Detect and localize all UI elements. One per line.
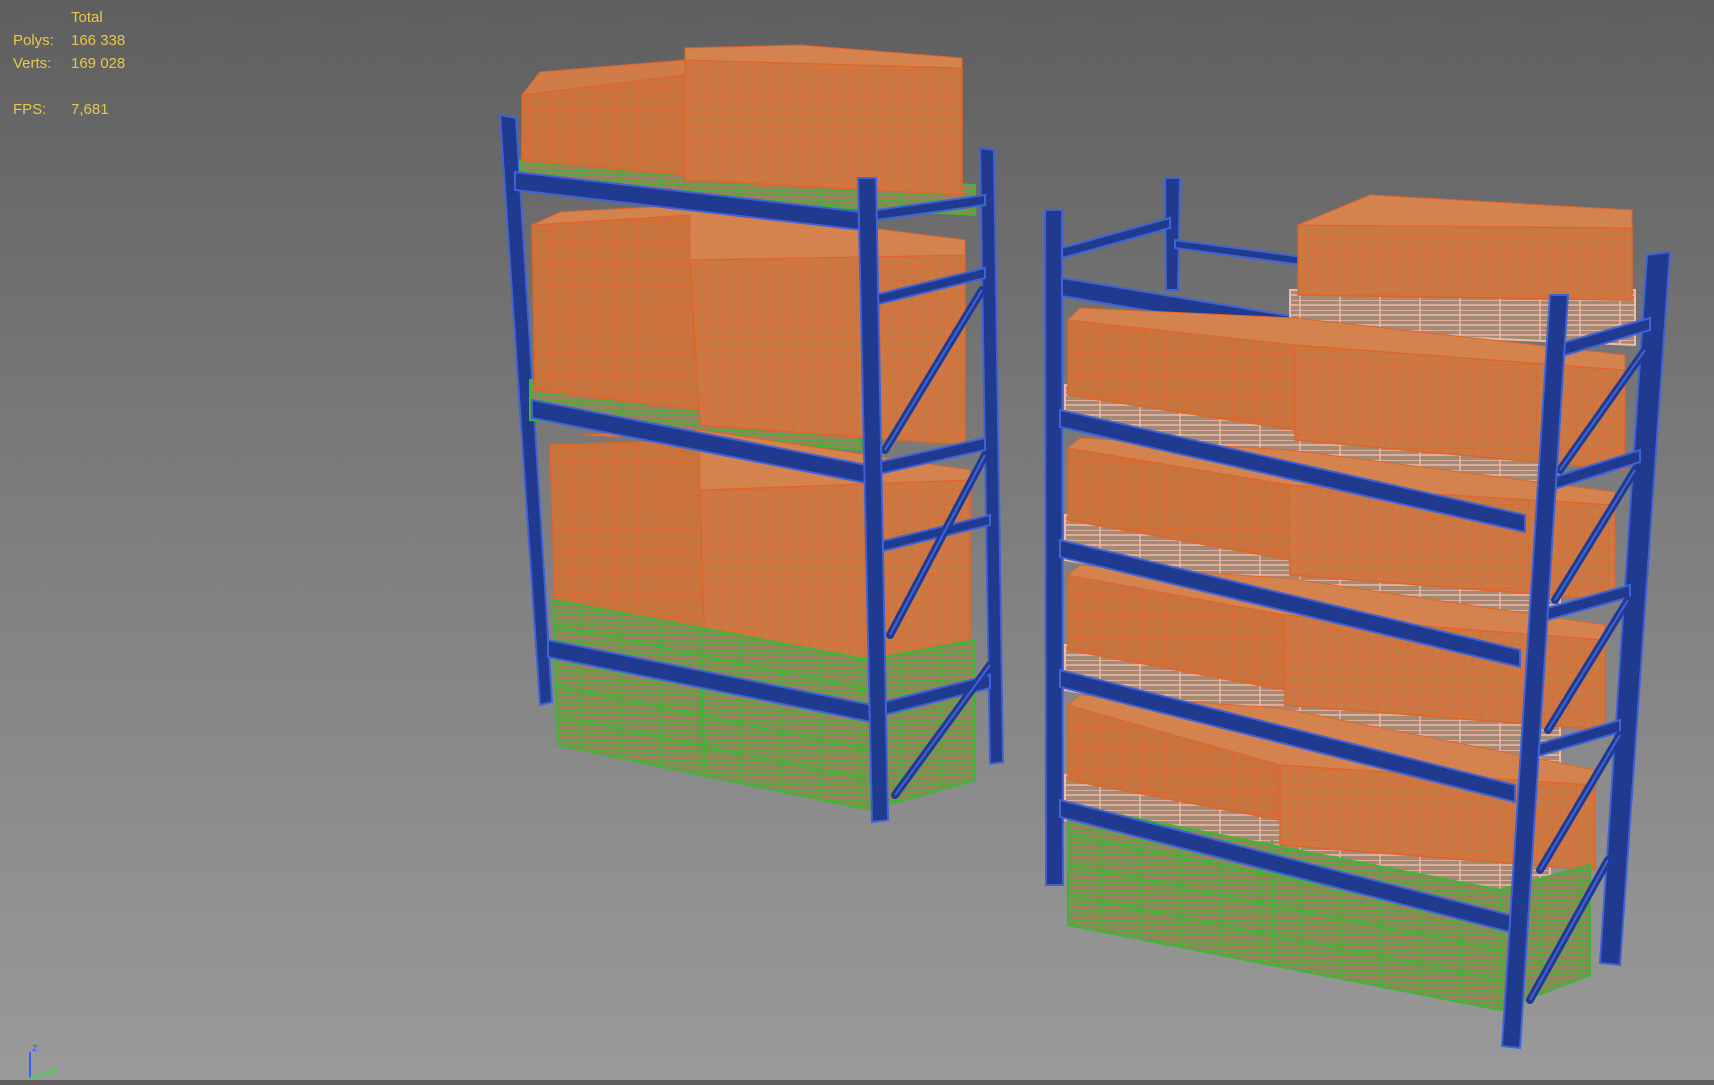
3d-viewport[interactable]: Total Polys: 166 338 Verts: 169 028 FPS:… [0, 0, 1714, 1080]
right-rack-top-load [1289, 194, 1636, 347]
z-axis-label: z [32, 1042, 38, 1054]
scene-svg[interactable] [0, 0, 1714, 1080]
fps-value: 7,681 [71, 101, 109, 118]
fps-label: FPS: [13, 101, 47, 118]
stats-header: Total [71, 9, 103, 26]
verts-label: Verts: [13, 55, 52, 72]
viewport-statistics: Total Polys: 166 338 Verts: 169 028 FPS:… [13, 6, 125, 121]
verts-value: 169 028 [71, 55, 126, 72]
axis-gizmo: z y [20, 1040, 80, 1080]
left-rack[interactable] [498, 44, 1005, 824]
right-rack[interactable] [1043, 177, 1672, 1050]
polys-label: Polys: [13, 32, 54, 49]
polys-value: 166 338 [71, 32, 126, 49]
y-axis-label: y [50, 1064, 56, 1076]
